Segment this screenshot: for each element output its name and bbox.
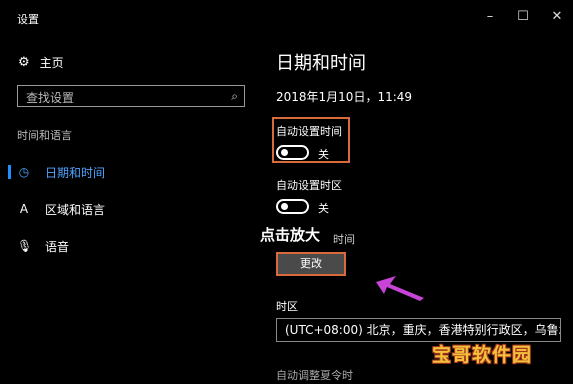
auto-time-label: 自动设置时间 — [276, 125, 342, 138]
gear-icon: ⚙ — [18, 55, 30, 70]
section-label: 时间和语言 — [17, 129, 72, 142]
minimize-button[interactable]: – — [478, 6, 502, 28]
auto-timezone-state: 关 — [318, 202, 329, 215]
auto-timezone-label: 自动设置时区 — [276, 179, 342, 192]
sidebar-item-speech[interactable]: 🎙 语音 — [0, 233, 250, 259]
search-icon: ⌕ — [231, 89, 238, 103]
window-title: 设置 — [17, 13, 39, 26]
change-time-label: 时间 — [333, 233, 355, 246]
sidebar-item-label: 语音 — [45, 239, 70, 254]
watermark-logo: 宝哥软件园 — [432, 344, 533, 366]
microphone-icon: 🎙 — [17, 239, 33, 253]
timezone-label: 时区 — [276, 300, 298, 313]
callout-text: 点击放大 — [260, 226, 321, 244]
maximize-button[interactable]: ☐ — [511, 6, 535, 28]
calendar-clock-icon: ◷ — [18, 165, 30, 179]
title-bar: 设置 – ☐ ✕ — [0, 0, 573, 34]
sidebar-item-date-time[interactable]: ◷ 日期和时间 — [0, 159, 250, 185]
auto-timezone-toggle[interactable] — [276, 199, 309, 214]
timezone-select[interactable]: (UTC+08:00) 北京，重庆，香港特别行政区，乌鲁木 — [276, 318, 561, 342]
annotation-arrow — [376, 276, 424, 301]
sidebar-item-region-language[interactable]: A 区域和语言 — [0, 196, 250, 222]
home-label: 主页 — [39, 56, 64, 70]
search-box[interactable]: 查找设置 ⌕ — [17, 85, 245, 107]
auto-time-toggle[interactable] — [276, 145, 309, 160]
search-input[interactable]: 查找设置 — [26, 89, 74, 106]
close-button[interactable]: ✕ — [545, 6, 569, 28]
current-datetime: 2018年1月10日，11:49 — [276, 90, 413, 104]
language-icon: A — [19, 202, 29, 216]
home-nav[interactable]: ⚙ 主页 — [18, 54, 64, 71]
auto-time-state: 关 — [318, 148, 329, 161]
change-button[interactable]: 更改 — [276, 252, 346, 276]
page-title: 日期和时间 — [276, 53, 366, 74]
dst-label: 自动调整夏令时 — [276, 369, 353, 382]
sidebar-item-label: 日期和时间 — [45, 165, 106, 180]
sidebar-item-label: 区域和语言 — [45, 202, 106, 217]
